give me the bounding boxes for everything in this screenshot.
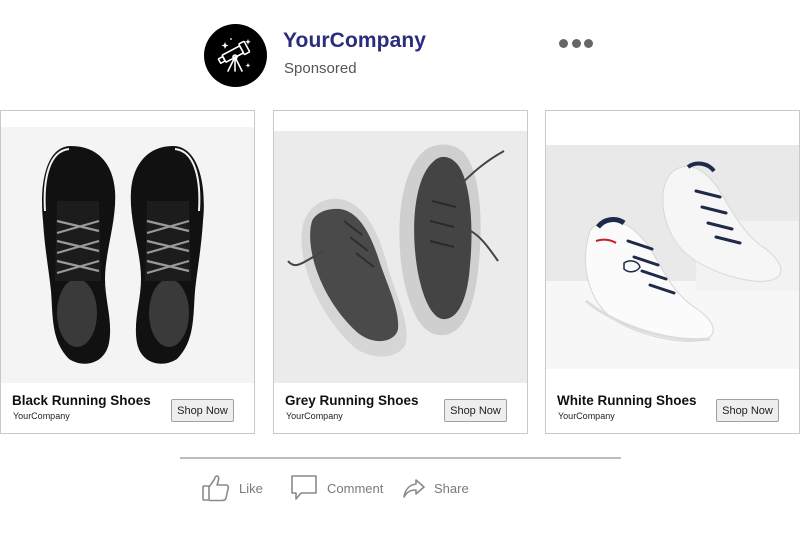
thumbs-up-icon [202,475,230,502]
shop-now-button[interactable]: Shop Now [444,399,507,422]
like-button[interactable]: Like [201,470,263,506]
more-options-button[interactable] [556,33,596,53]
avatar[interactable] [204,24,267,87]
share-icon [403,479,425,498]
grey-running-shoes-image [274,131,527,383]
card-title: Grey Running Shoes [285,393,419,408]
comment-button[interactable]: Comment [289,470,383,506]
card-subtitle: YourCompany [286,411,343,421]
more-options-dot [584,38,593,48]
card-subtitle: YourCompany [558,411,615,421]
card-title: Black Running Shoes [12,393,151,408]
product-card-white[interactable]: White Running Shoes YourCompany Shop Now [545,110,800,434]
more-options-dot [571,38,581,48]
divider [180,457,621,459]
like-label: Like [239,480,263,496]
black-running-shoes-image [1,127,254,383]
company-name[interactable]: YourCompany [283,29,426,53]
product-card-grey[interactable]: Grey Running Shoes YourCompany Shop Now [273,110,528,434]
product-card-black[interactable]: Black Running Shoes YourCompany Shop Now [0,110,255,434]
card-subtitle: YourCompany [13,411,70,421]
share-button[interactable]: Share [402,470,469,506]
telescope-icon [217,38,251,72]
white-running-shoes-image [546,145,799,369]
shop-now-button[interactable]: Shop Now [716,399,779,422]
sponsored-label: Sponsored [284,60,357,77]
card-title: White Running Shoes [557,393,697,408]
more-options-icon [559,38,568,48]
comment-label: Comment [327,480,384,496]
share-label: Share [434,480,469,496]
shop-now-button[interactable]: Shop Now [171,399,234,422]
comment-icon [291,475,317,500]
